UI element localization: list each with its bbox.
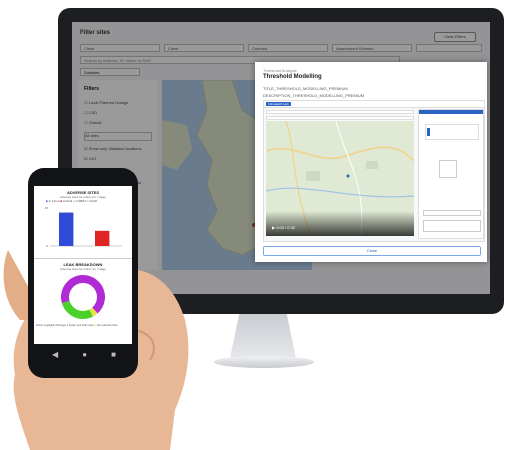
video-preview[interactable]: ClimateHD Hub ▶ 0:00 / 0:32	[263, 100, 485, 242]
legend-label: Non-negligible drainage	[38, 324, 66, 327]
modal-description-key: DESCRIPTION_THRESHOLD_MODELLING_PREMIUM	[263, 93, 365, 98]
chart2-subtitle: Adverse sites for entire run / stage	[60, 267, 106, 271]
side-panel-header	[419, 110, 483, 114]
app-navbar: ClimateHD Hub	[264, 101, 484, 108]
phone-nav-bar: ◀ ● ■	[40, 350, 128, 359]
recents-icon[interactable]: ■	[111, 350, 116, 359]
legend-label: Sewer and drain sites	[68, 324, 94, 327]
adverse-sites-chart: 0 25	[45, 206, 122, 248]
side-panel	[418, 109, 484, 239]
side-input[interactable]	[423, 210, 481, 216]
legend-label: Non-adverse sites	[96, 324, 118, 327]
chart1-legend: ■ In Flood ■ Critical ■ COBRA / CSAR	[46, 199, 98, 203]
filter-row	[266, 110, 414, 114]
monitor-base	[214, 356, 314, 368]
y-tick-label: 0	[46, 244, 48, 248]
bar-critical	[95, 230, 110, 246]
leak-breakdown-chart	[61, 275, 106, 319]
modal-subtitle: Threshold Analysis	[263, 68, 297, 73]
divider	[34, 258, 132, 259]
monitor-stand	[230, 314, 296, 358]
close-button[interactable]: Close	[263, 246, 481, 256]
video-time: ▶ 0:00 / 0:32	[272, 225, 296, 230]
side-chart-bar	[427, 128, 430, 136]
y-tick-label: 25	[45, 206, 49, 210]
tabs-row	[266, 116, 414, 120]
side-chart	[425, 124, 479, 140]
chart2-legend: ■ Non-negligible drainage ■ Sewer and dr…	[36, 324, 118, 327]
slice-sewer-and-drain-sites	[61, 300, 93, 319]
modal-title: Threshold Modelling	[263, 74, 322, 80]
app-logo: ClimateHD Hub	[266, 102, 291, 106]
legend-label: Critical	[63, 199, 73, 203]
legend-label: In Flood	[48, 199, 60, 203]
home-icon[interactable]: ●	[82, 350, 87, 359]
legend-label: COBRA / CSAR	[75, 199, 98, 203]
modal-title-key: TITLE_THRESHOLD_MODELLING_PREMIUM	[263, 86, 348, 91]
video-controls	[266, 211, 414, 236]
phone-screen: ADVERSE SITES Adverse sites for entire r…	[34, 186, 132, 344]
back-icon[interactable]: ◀	[52, 350, 58, 359]
video-time-label: 0:00 / 0:32	[276, 225, 296, 230]
side-box	[423, 220, 481, 232]
threshold-modal: Threshold Analysis Threshold Modelling T…	[255, 62, 487, 262]
side-placeholder	[439, 160, 457, 178]
bar-in-flood	[59, 212, 74, 246]
